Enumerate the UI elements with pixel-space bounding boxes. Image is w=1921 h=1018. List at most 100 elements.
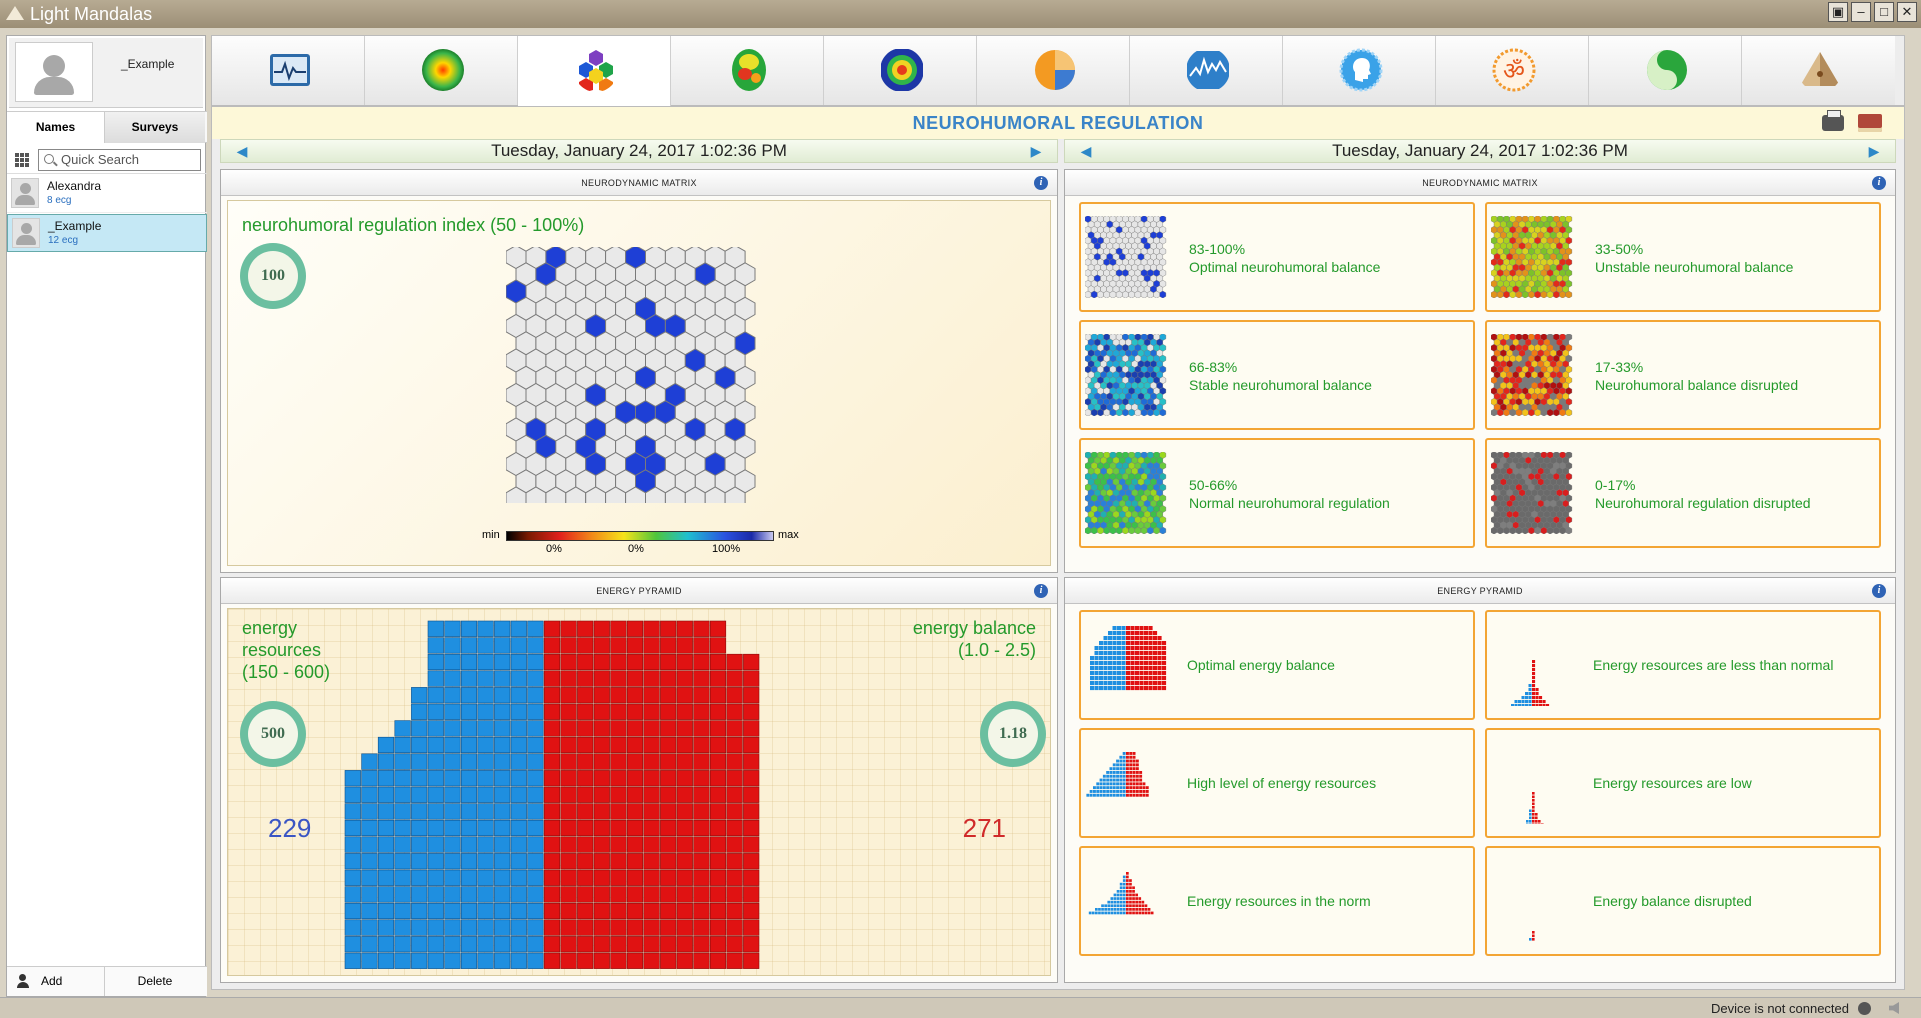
- thumbnail-cell: [1126, 890, 1129, 893]
- pyramid-cell-red: [626, 753, 644, 770]
- tab-names[interactable]: Names: [7, 112, 105, 143]
- pyramid-cell-blue: [427, 786, 444, 803]
- thumbnail-cell: [1132, 752, 1136, 755]
- pyramid-cell-red: [643, 936, 660, 953]
- thumbnail-cell: [1117, 651, 1122, 656]
- index-gauge: 100: [240, 243, 306, 309]
- pyramid-cell-red: [693, 952, 710, 969]
- tool-pie-chart[interactable]: [977, 36, 1130, 105]
- thumbnail-cell: [1119, 890, 1123, 893]
- thumbnail-cell: [1103, 408, 1110, 416]
- thumbnail-cell: [1135, 782, 1139, 786]
- pyramid-cell-red: [643, 770, 660, 787]
- color-scale: [506, 531, 774, 541]
- info-icon[interactable]: i: [1034, 584, 1048, 598]
- tool-yin-yang[interactable]: [1589, 36, 1742, 105]
- thumbnail-cell: [1521, 696, 1525, 700]
- pyramid-thumbnail: [1090, 626, 1167, 691]
- pyramid-cell-red: [560, 753, 577, 770]
- thumbnail-cell: [1117, 646, 1122, 651]
- minimize-button[interactable]: –: [1851, 2, 1871, 22]
- next-arrow-icon[interactable]: ▶: [1029, 144, 1043, 158]
- avatar[interactable]: [15, 42, 93, 102]
- thumbnail-cell: [1126, 872, 1129, 875]
- close-button[interactable]: ✕: [1897, 2, 1917, 22]
- tool-ecg[interactable]: [212, 36, 365, 105]
- pie-chart-icon: [1035, 50, 1075, 90]
- info-icon[interactable]: i: [1872, 176, 1886, 190]
- list-item[interactable]: Alexandra 8 ecg: [7, 175, 207, 213]
- next-arrow-icon[interactable]: ▶: [1867, 144, 1881, 158]
- tool-wave-chart[interactable]: [1130, 36, 1283, 105]
- title-bar: Light Mandalas ▣ – □ ✕: [0, 0, 1921, 28]
- pyramid-cell-blue: [411, 819, 428, 837]
- pyramid-cell-blue: [494, 886, 511, 903]
- thumbnail-cell: [1538, 823, 1541, 824]
- speaker-icon[interactable]: [1889, 1002, 1899, 1014]
- pyramid-cell-red: [560, 736, 577, 754]
- thumbnail-cell: [1098, 911, 1101, 915]
- info-icon[interactable]: i: [1872, 584, 1886, 598]
- pyramid-cell-blue: [344, 952, 361, 969]
- thumbnail-cell: [1132, 786, 1136, 790]
- tool-pyramid[interactable]: [1742, 36, 1895, 105]
- pyramid-cell-blue: [477, 753, 494, 770]
- pyramid-cell-red: [626, 786, 644, 803]
- list-item[interactable]: _Example 12 ecg: [7, 214, 207, 252]
- pyramid-cell-red: [743, 703, 760, 720]
- thumbnail-cell: [1162, 651, 1167, 656]
- pyramid-cell-red: [543, 803, 561, 820]
- thumbnail-cell: [1121, 656, 1126, 661]
- pyramid-cell-red: [610, 936, 627, 953]
- pyramid-cell-red: [560, 637, 577, 654]
- thumbnail-cell: [1142, 782, 1146, 786]
- thumbnail-cell: [1116, 786, 1119, 790]
- pyramid-cell-red: [660, 703, 677, 720]
- prev-arrow-icon[interactable]: ◀: [1079, 144, 1093, 158]
- pyramid-cell-blue: [394, 936, 411, 953]
- printer-icon[interactable]: [1822, 110, 1844, 131]
- restore-button[interactable]: ▣: [1828, 2, 1848, 22]
- maximize-button[interactable]: □: [1874, 2, 1894, 22]
- tool-om[interactable]: ॐ: [1436, 36, 1589, 105]
- thumbnail-cell: [1130, 641, 1135, 646]
- grid-view-icon[interactable]: [15, 153, 29, 167]
- pyramid-cell-red: [709, 753, 727, 770]
- tool-mandala[interactable]: [824, 36, 977, 105]
- thumbnail-cell: [1094, 666, 1099, 671]
- search-input[interactable]: Quick Search: [38, 149, 201, 171]
- thumbnail-cell: [1103, 646, 1108, 651]
- thumbnail-cell: [1104, 908, 1107, 911]
- tab-surveys[interactable]: Surveys: [105, 112, 205, 143]
- thumbnail-cell: [1144, 661, 1149, 666]
- thumbnail-cell: [1121, 646, 1126, 651]
- tool-head-profile[interactable]: [1283, 36, 1436, 105]
- prev-arrow-icon[interactable]: ◀: [235, 144, 249, 158]
- thumbnail-cell: [1122, 763, 1126, 767]
- thumbnail-cell: [1142, 786, 1146, 790]
- pyramid-cell-red: [577, 703, 594, 720]
- delete-button[interactable]: Delete: [105, 967, 205, 996]
- thumbnail-cell: [1129, 774, 1133, 778]
- pyramid-cell-blue: [427, 952, 444, 969]
- info-icon[interactable]: i: [1034, 176, 1048, 190]
- thumbnail-cell: [1103, 671, 1108, 676]
- add-button[interactable]: Add: [7, 967, 105, 996]
- thumbnail-cell: [1135, 893, 1138, 897]
- pyramid-cell-red: [626, 770, 644, 787]
- thumbnail-cell: [1148, 636, 1153, 641]
- person-name: _Example: [48, 219, 102, 233]
- tool-sphere[interactable]: [365, 36, 518, 105]
- thumbnail-cell: [1144, 651, 1149, 656]
- thumbnail-cell: [1099, 786, 1103, 790]
- pyramid-cell-red: [643, 687, 660, 704]
- main-panel: NEUROHUMORAL REGULATION ◀ Tuesday, Janua…: [211, 106, 1905, 990]
- pyramid-cell-red: [643, 919, 660, 936]
- tool-brain-map[interactable]: [671, 36, 824, 105]
- thumbnail-cell: [1112, 786, 1116, 790]
- pyramid-cell-red: [543, 869, 561, 886]
- tool-hexagon-matrix[interactable]: [518, 36, 671, 107]
- head-profile-icon: [1339, 48, 1383, 92]
- label-line: resources: [242, 640, 322, 660]
- book-icon[interactable]: [1858, 114, 1882, 132]
